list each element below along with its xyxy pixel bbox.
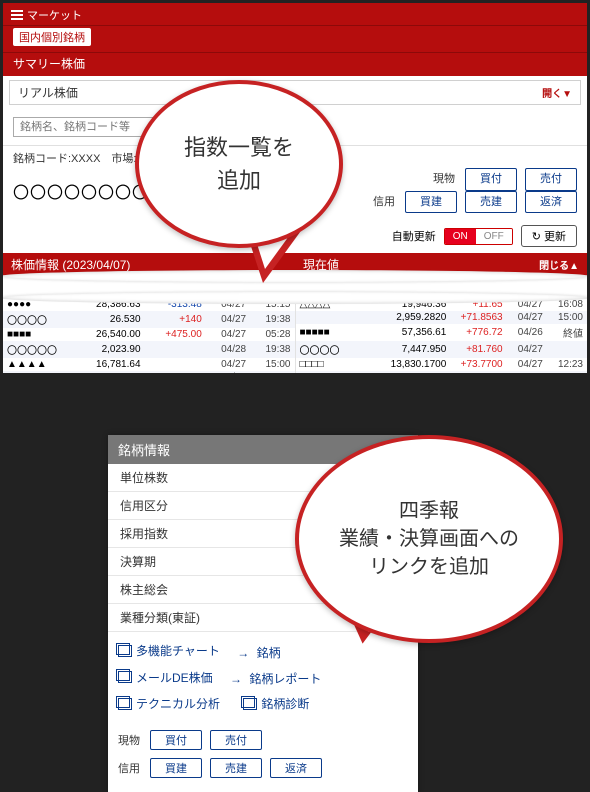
buy-button-2[interactable]: 買付 bbox=[150, 730, 202, 750]
market-header: マーケット bbox=[3, 3, 587, 26]
margin-buy-button[interactable]: 買建 bbox=[405, 191, 457, 214]
refresh-icon: ↻ bbox=[532, 230, 541, 243]
autoupdate-toggle[interactable]: ON OFF bbox=[444, 228, 513, 245]
multi-chart-link[interactable]: 多機能チャート bbox=[118, 642, 220, 659]
newwin-icon bbox=[118, 671, 132, 683]
newwin-icon bbox=[243, 698, 257, 710]
margin-sell-button-2[interactable]: 売建 bbox=[210, 758, 262, 778]
repay-button[interactable]: 返済 bbox=[525, 191, 577, 214]
quote-row[interactable]: 2,959.2820+71.856304/2715:00 bbox=[296, 311, 588, 324]
filter-chip[interactable]: 国内個別銘柄 bbox=[13, 28, 91, 46]
market-title: マーケット bbox=[27, 7, 82, 23]
detail-links: 多機能チャート → 銘柄 メールDE株価 → 銘柄レポート テクニカル分析 銘柄… bbox=[108, 632, 418, 722]
quote-row[interactable]: ●●●●127.80 - 127.81 円+0.5704/2719:38 bbox=[296, 371, 588, 373]
toggle-on: ON bbox=[445, 229, 476, 244]
arrow-icon: → bbox=[237, 646, 249, 660]
open-toggle[interactable]: 開く▼ bbox=[542, 85, 572, 100]
summary-bar: サマリー株価 bbox=[3, 52, 587, 76]
report-link[interactable]: 銘柄レポート bbox=[249, 670, 321, 687]
newwin-icon bbox=[118, 645, 132, 657]
quote-row[interactable]: 〇〇〇〇26.530+14004/2719:38 bbox=[3, 311, 295, 328]
technical-link[interactable]: テクニカル分析 bbox=[118, 695, 220, 712]
toggle-off: OFF bbox=[476, 229, 512, 244]
trade-spot-label-2: 現物 bbox=[118, 732, 140, 748]
callout-shikiho: 四季報業績・決算画面へのリンクを追加 bbox=[295, 435, 563, 643]
callout-index-list: 指数一覧を追加 bbox=[135, 80, 343, 248]
refresh-button[interactable]: ↻更新 bbox=[521, 225, 577, 247]
quote-row[interactable]: □□□□13,830.1700+73.770004/2712:23 bbox=[296, 358, 588, 371]
quote-row[interactable]: ■■■■■57,356.61+776.7204/26終値 bbox=[296, 324, 588, 341]
quote-row[interactable]: □□□□□0.240-0.00504/2715:02 bbox=[3, 371, 295, 373]
stock-name-symbol: 〇〇〇〇〇〇〇〇 bbox=[13, 179, 149, 203]
margin-sell-button[interactable]: 売建 bbox=[465, 191, 517, 214]
trade-spot-label: 現物 bbox=[433, 170, 455, 189]
menu-icon[interactable] bbox=[11, 10, 23, 20]
quote-row[interactable]: ■■■■26,540.00+475.0004/2705:28 bbox=[3, 328, 295, 341]
trade-margin-label-2: 信用 bbox=[118, 760, 140, 776]
sell-button[interactable]: 売付 bbox=[525, 168, 577, 191]
quote-row[interactable]: 〇〇〇〇7,447.950+81.76004/27 bbox=[296, 341, 588, 358]
quote-row[interactable]: ▲▲▲▲16,781.6404/2715:00 bbox=[3, 358, 295, 371]
sell-button-2[interactable]: 売付 bbox=[210, 730, 262, 750]
mail-de-link[interactable]: メールDE株価 bbox=[118, 669, 213, 686]
autoupdate-label: 自動更新 bbox=[392, 228, 436, 244]
newwin-icon bbox=[118, 698, 132, 710]
market-sub: 国内個別銘柄 bbox=[3, 26, 587, 52]
trade-margin-label: 信用 bbox=[373, 193, 395, 212]
price-info-header: 株価情報 (2023/04/07) bbox=[11, 258, 130, 272]
repay-button-2[interactable]: 返済 bbox=[270, 758, 322, 778]
stock-link-a[interactable]: 銘柄 bbox=[257, 644, 281, 661]
quote-table-left: ●●●●28,386.63-313.4804/2715:15〇〇〇〇26.530… bbox=[3, 298, 295, 373]
quote-table-right: △△△△19,946.36+11.6504/2716:082,959.2820+… bbox=[296, 298, 588, 373]
collapse-toggle[interactable]: 閉じる▲ bbox=[539, 257, 579, 272]
buy-button[interactable]: 買付 bbox=[465, 168, 517, 191]
arrow-icon: → bbox=[230, 672, 242, 686]
quote-row[interactable]: 〇〇〇〇〇2,023.9004/2819:38 bbox=[3, 341, 295, 358]
diagnosis-link[interactable]: 銘柄診断 bbox=[243, 695, 309, 712]
margin-buy-button-2[interactable]: 買建 bbox=[150, 758, 202, 778]
realtime-label: リアル株価 bbox=[18, 84, 78, 101]
